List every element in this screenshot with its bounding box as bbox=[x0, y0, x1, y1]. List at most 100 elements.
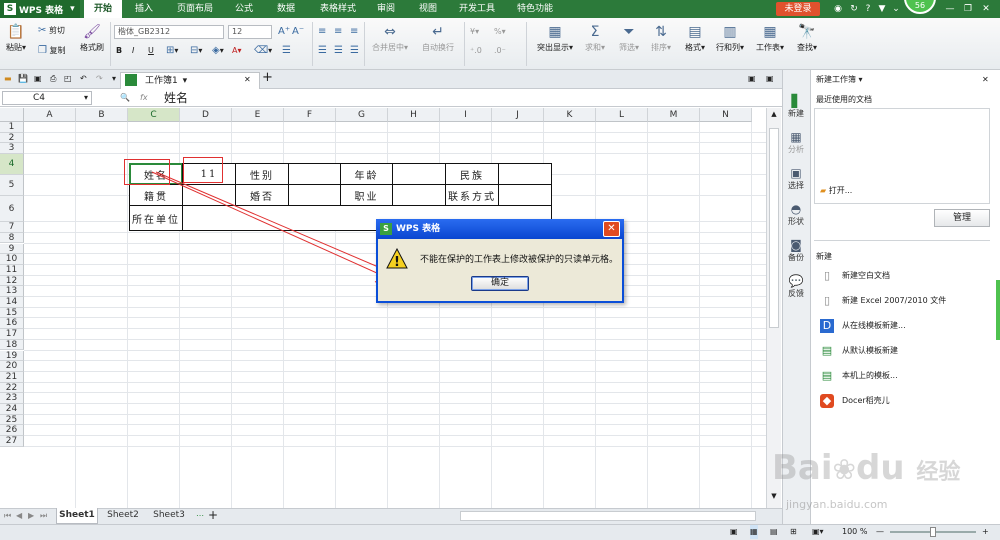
read-mode-icon[interactable]: ⊞ bbox=[790, 525, 797, 539]
rows-cols-button[interactable]: ▥ 行和列▾ bbox=[712, 24, 748, 53]
new-excel-doc-link[interactable]: ▯ 新建 Excel 2007/2010 文件 bbox=[820, 293, 946, 309]
new-tab-icon[interactable]: + bbox=[262, 71, 273, 85]
first-sheet-icon[interactable]: ⏮ bbox=[4, 509, 11, 523]
panel-collapse-handle[interactable] bbox=[996, 280, 1000, 340]
ok-button[interactable]: 确定 bbox=[471, 276, 529, 291]
formula-input[interactable]: 姓名 bbox=[160, 91, 780, 105]
row-header-13[interactable]: 13 bbox=[0, 286, 24, 297]
zoom-slider-handle[interactable] bbox=[930, 527, 936, 537]
fill-color-button[interactable]: ◈▾ bbox=[212, 44, 224, 58]
save-icon[interactable]: 💾 bbox=[18, 72, 28, 86]
close-icon[interactable]: ✕ bbox=[980, 3, 992, 15]
row-header-3[interactable]: 3 bbox=[0, 143, 24, 155]
decrease-decimal-button[interactable]: .0⁻ bbox=[494, 44, 506, 58]
increase-decimal-button[interactable]: ⁺.0 bbox=[470, 44, 482, 58]
grow-font-button[interactable]: A⁺ bbox=[278, 25, 290, 39]
align-center-button[interactable]: ☰ bbox=[334, 44, 343, 58]
page-break-view-icon[interactable]: ▤ bbox=[770, 525, 778, 539]
panel-close-icon[interactable]: ✕ bbox=[982, 73, 989, 87]
border-button[interactable]: ⊞▾ bbox=[166, 44, 178, 58]
tab-page-layout[interactable]: 页面布局 bbox=[170, 0, 220, 18]
column-header-e[interactable]: E bbox=[232, 108, 284, 122]
sidebar-item-feedback[interactable]: 💬 反馈 bbox=[782, 274, 810, 299]
scroll-up-icon[interactable]: ▲ bbox=[769, 110, 779, 120]
tab-options-icon[interactable]: ▣ bbox=[766, 72, 774, 86]
shrink-font-button[interactable]: A⁻ bbox=[292, 25, 304, 39]
add-sheet-icon[interactable]: + bbox=[208, 508, 218, 522]
sheet-tab-1[interactable]: Sheet1 bbox=[56, 508, 98, 524]
row-header-14[interactable]: 14 bbox=[0, 297, 24, 308]
fx-button[interactable]: fx bbox=[140, 91, 148, 105]
sum-button[interactable]: Σ 求和▾ bbox=[580, 24, 610, 53]
page-view-icon[interactable]: ▣ bbox=[730, 525, 738, 539]
form-cell-r5-5[interactable] bbox=[392, 184, 446, 206]
align-right-button[interactable]: ☰ bbox=[350, 44, 359, 58]
column-header-l[interactable]: L bbox=[596, 108, 648, 122]
row-header-8[interactable]: 8 bbox=[0, 232, 24, 244]
export-icon[interactable]: ▣ bbox=[34, 72, 42, 86]
column-header-k[interactable]: K bbox=[544, 108, 596, 122]
open-icon[interactable]: ▬ bbox=[4, 72, 12, 86]
local-template-link[interactable]: ▤ 本机上的模板... bbox=[820, 368, 898, 384]
docer-link[interactable]: ◆ Docer稻壳儿 bbox=[820, 393, 890, 409]
sidebar-item-select[interactable]: ▣ 选择 bbox=[782, 166, 810, 191]
row-header-12[interactable]: 12 bbox=[0, 275, 24, 287]
underline-button[interactable]: U bbox=[148, 44, 154, 58]
column-header-c[interactable]: C bbox=[128, 108, 180, 122]
maximize-icon[interactable]: ❐ bbox=[962, 3, 974, 15]
cut-button[interactable]: ✂ 剪切 bbox=[38, 24, 65, 38]
scroll-down-icon[interactable]: ▼ bbox=[769, 492, 779, 502]
tab-developer[interactable]: 开发工具 bbox=[452, 0, 502, 18]
row-header-21[interactable]: 21 bbox=[0, 371, 24, 383]
row-header-23[interactable]: 23 bbox=[0, 393, 24, 404]
row-header-22[interactable]: 22 bbox=[0, 382, 24, 394]
column-header-i[interactable]: I bbox=[440, 108, 492, 122]
normal-view-icon[interactable]: ▦ bbox=[750, 525, 758, 539]
column-header-j[interactable]: J bbox=[492, 108, 544, 122]
row-header-11[interactable]: 11 bbox=[0, 264, 24, 276]
online-template-link[interactable]: D 从在线模板新建... bbox=[820, 318, 906, 334]
percent-button[interactable]: %▾ bbox=[494, 25, 506, 39]
form-cell-r5-7[interactable] bbox=[498, 184, 552, 206]
merge-center-button[interactable]: ⇔ 合并居中▾ bbox=[370, 24, 410, 53]
row-header-5[interactable]: 5 bbox=[0, 175, 24, 197]
zoom-out-icon[interactable]: — bbox=[876, 525, 884, 539]
tab-formula[interactable]: 公式 bbox=[226, 0, 262, 18]
format-painter-button[interactable]: 🖌 格式刷 bbox=[76, 24, 108, 53]
row-header-10[interactable]: 10 bbox=[0, 254, 24, 265]
protect-icon[interactable]: ▣▾ bbox=[812, 525, 824, 539]
help-icon[interactable]: ? bbox=[862, 3, 874, 15]
row-header-7[interactable]: 7 bbox=[0, 222, 24, 233]
column-header-a[interactable]: A bbox=[24, 108, 76, 122]
tab-list-icon[interactable]: ▣ bbox=[748, 72, 756, 86]
refresh-icon[interactable]: ↻ bbox=[848, 3, 860, 15]
row-header-1[interactable]: 1 bbox=[0, 122, 24, 133]
column-header-d[interactable]: D bbox=[180, 108, 232, 122]
zoom-search-icon[interactable]: 🔍 bbox=[120, 91, 130, 105]
dialog-close-button[interactable]: ✕ bbox=[603, 221, 620, 237]
sheet-tab-3[interactable]: Sheet3 bbox=[148, 508, 190, 524]
sheet-tab-2[interactable]: Sheet2 bbox=[102, 508, 144, 524]
bold-button[interactable]: B bbox=[116, 44, 122, 58]
form-cell-r4-7[interactable] bbox=[498, 163, 552, 185]
tab-review[interactable]: 审阅 bbox=[368, 0, 404, 18]
form-cell-r4-6[interactable]: 民族 bbox=[445, 163, 499, 185]
last-sheet-icon[interactable]: ⏭ bbox=[40, 509, 47, 523]
form-cell-r4-5[interactable] bbox=[392, 163, 446, 185]
zoom-in-icon[interactable]: + bbox=[982, 525, 989, 539]
align-bottom-button[interactable]: ≡ bbox=[350, 25, 358, 39]
row-header-9[interactable]: 9 bbox=[0, 243, 24, 255]
open-file-link[interactable]: ▰ 打开... bbox=[820, 184, 852, 198]
scroll-thumb[interactable] bbox=[769, 128, 779, 328]
next-sheet-icon[interactable]: ▶ bbox=[28, 509, 34, 523]
manage-button[interactable]: 管理 bbox=[934, 209, 990, 227]
currency-button[interactable]: ¥▾ bbox=[470, 25, 479, 39]
highlight-button[interactable]: ▦ 突出显示▾ bbox=[532, 24, 578, 53]
align-left-button[interactable]: ☰ bbox=[318, 44, 327, 58]
tab-home[interactable]: 开始 bbox=[84, 0, 122, 18]
minimize-icon[interactable]: — bbox=[944, 3, 956, 15]
sidebar-item-shape[interactable]: ◓ 形状 bbox=[782, 202, 810, 227]
auto-wrap-button[interactable]: ↵ 自动换行 bbox=[418, 24, 458, 53]
copy-button[interactable]: ❐ 复制 bbox=[38, 44, 66, 58]
new-blank-doc-link[interactable]: ▯ 新建空白文档 bbox=[820, 268, 890, 284]
